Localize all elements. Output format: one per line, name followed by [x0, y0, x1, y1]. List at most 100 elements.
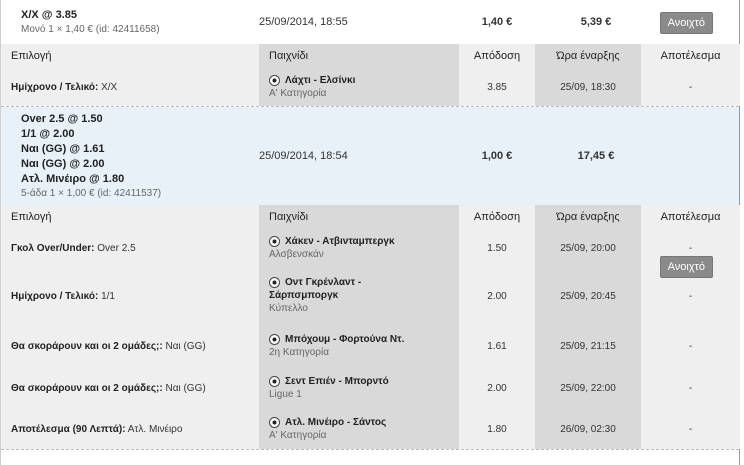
match-name: Μπόχουμ - Φορτούνα Ντ. [285, 333, 405, 345]
bet-selections: X/X @ 3.85 Μονό 1 × 1,40 € (id: 42411658… [1, 8, 259, 37]
leg-market: Ημίχρονο / Τελικό: [11, 81, 99, 93]
leg-game: Σεντ Επιέν - Μπορντό Ligue 1 [259, 367, 459, 409]
leg-market: Θα σκοράρουν και οι 2 ομάδες;: [11, 340, 163, 352]
bet-date: 25/09/2014, 18:55 [259, 16, 348, 28]
leg-odds: 3.85 [459, 68, 535, 106]
bet-legs-table: Επιλογή Παιχνίδι Απόδοση Ώρα έναρξης Απο… [1, 205, 740, 449]
leg-selection: Γκολ Over/Under: Over 2.5 [1, 229, 259, 267]
leg-row: Ημίχρονο / Τελικό: X/X Λάχτι - Ελσίνκι Α… [1, 68, 740, 106]
leg-pick: 1/1 [101, 290, 115, 302]
leg-pick: Ναι (GG) [165, 340, 206, 352]
bet-stake: 1,00 € [481, 150, 513, 162]
leg-odds: 2.00 [459, 367, 535, 409]
bet-potential-win: 5,39 € [580, 16, 612, 28]
bet-date: 25/09/2014, 18:54 [259, 150, 348, 162]
soccer-ball-icon [269, 333, 280, 345]
leg-selection: Ημίχρονο / Τελικό: 1/1 [1, 267, 259, 325]
league-name: Αλσβενσκάν [269, 248, 324, 260]
bet-header: Over 2.5 @ 1.50 1/1 @ 2.00 Ναι (GG) @ 1.… [1, 107, 739, 205]
col-game: Παιχνίδι [259, 205, 459, 229]
leg-result: - [641, 325, 740, 367]
leg-pick: Over 2.5 [97, 242, 136, 254]
col-result: Αποτέλεσμα [641, 44, 740, 68]
league-name: Ligue 1 [269, 388, 302, 400]
leg-match: Μπόχουμ - Φορτούνα Ντ. [269, 333, 459, 346]
league-name: 2η Κατηγορία [269, 346, 329, 358]
soccer-ball-icon [269, 375, 280, 387]
leg-selection: Αποτέλεσμα (90 Λεπτά): Ατλ. Μινέιρο [1, 409, 259, 449]
legs-header-row: Επιλογή Παιχνίδι Απόδοση Ώρα έναρξης Απο… [1, 205, 740, 229]
leg-start: 25/09, 18:30 [535, 68, 641, 106]
col-result: Αποτέλεσμα [641, 205, 740, 229]
leg-pick: Ναι (GG) [165, 382, 206, 394]
bet-history-panel: X/X @ 3.85 Μονό 1 × 1,40 € (id: 42411658… [0, 0, 740, 465]
selection-line: Ναι (GG) @ 1.61 [21, 142, 105, 155]
leg-pick: Ατλ. Μινέιρο [127, 423, 183, 435]
match-name-cont: Σάρπσμποργκ [269, 290, 339, 301]
col-start: Ώρα έναρξης [535, 205, 641, 229]
col-start: Ώρα έναρξης [535, 44, 641, 68]
bet-subline: 5-άδα 1 × 1,00 € (id: 42411537) [21, 187, 162, 199]
leg-result: - [641, 68, 740, 106]
col-game: Παιχνίδι [259, 44, 459, 68]
leg-start: 25/09, 20:00 [535, 229, 641, 267]
selection-line: Ατλ. Μινέιρο @ 1.80 [21, 172, 125, 185]
status-open-button[interactable]: Ανοιχτό [659, 256, 713, 278]
selection-line: 1/1 @ 2.00 [21, 127, 75, 140]
bet-header: X/X @ 3.85 Μονό 1 × 1,40 € (id: 42411658… [1, 0, 739, 44]
leg-result: - [641, 409, 740, 449]
leg-match: Σεντ Επιέν - Μπορντό [269, 375, 459, 388]
leg-start: 25/09, 20:45 [535, 267, 641, 325]
league-name: Α' Κατηγορία [269, 87, 327, 99]
match-name: Οντ Γκρένλαντ - [285, 277, 362, 288]
leg-game: Μπόχουμ - Φορτούνα Ντ. 2η Κατηγορία [259, 325, 459, 367]
leg-selection: Θα σκοράρουν και οι 2 ομάδες;: Ναι (GG) [1, 325, 259, 367]
bet-selections: Over 2.5 @ 1.50 1/1 @ 2.00 Ναι (GG) @ 1.… [1, 112, 259, 201]
leg-row: Γκολ Over/Under: Over 2.5 Χάκεν - Ατβιντ… [1, 229, 740, 267]
selection-line: Over 2.5 @ 1.50 [21, 112, 103, 125]
leg-start: 26/09, 02:30 [535, 409, 641, 449]
status-open-button[interactable]: Ανοιχτό [659, 12, 713, 34]
leg-pick: X/X [101, 81, 118, 93]
league-name: Κύπελλο [269, 303, 308, 314]
match-name: Ατλ. Μινέιρο - Σάντος [285, 416, 387, 428]
leg-row: Θα σκοράρουν και οι 2 ομάδες;: Ναι (GG) … [1, 325, 740, 367]
bet-slip-2: Over 2.5 @ 1.50 1/1 @ 2.00 Ναι (GG) @ 1.… [1, 107, 740, 450]
leg-market: Ημίχρονο / Τελικό: [11, 290, 99, 302]
bet-slip-1: X/X @ 3.85 Μονό 1 × 1,40 € (id: 42411658… [1, 0, 740, 107]
leg-odds: 2.00 [459, 267, 535, 325]
soccer-ball-icon [269, 416, 280, 428]
leg-selection: Ημίχρονο / Τελικό: X/X [1, 68, 259, 106]
legs-header-row: Επιλογή Παιχνίδι Απόδοση Ώρα έναρξης Απο… [1, 44, 740, 68]
col-selection: Επιλογή [1, 205, 259, 229]
soccer-ball-icon [269, 277, 280, 288]
leg-game: Λάχτι - Ελσίνκι Α' Κατηγορία [259, 68, 459, 106]
leg-start: 25/09, 21:15 [535, 325, 641, 367]
selection-line: Ναι (GG) @ 2.00 [21, 157, 105, 170]
leg-odds: 1.80 [459, 409, 535, 449]
match-name: Χάκεν - Ατβινταμπεργκ [285, 235, 395, 247]
league-name: Α' Κατηγορία [269, 429, 327, 441]
bet-stake: 1,40 € [481, 16, 513, 28]
leg-selection: Θα σκοράρουν και οι 2 ομάδες;: Ναι (GG) [1, 367, 259, 409]
match-name: Σεντ Επιέν - Μπορντό [285, 375, 389, 387]
col-odds: Απόδοση [459, 205, 535, 229]
leg-result: - [641, 367, 740, 409]
leg-market: Αποτέλεσμα (90 Λεπτά): [11, 423, 126, 435]
leg-match: Οντ Γκρένλαντ - [269, 276, 459, 289]
leg-game: Χάκεν - Ατβινταμπεργκ Αλσβενσκάν [259, 229, 459, 267]
col-selection: Επιλογή [1, 44, 259, 68]
bet-legs-table: Επιλογή Παιχνίδι Απόδοση Ώρα έναρξης Απο… [1, 44, 740, 106]
leg-start: 25/09, 22:00 [535, 367, 641, 409]
leg-odds: 1.61 [459, 325, 535, 367]
soccer-ball-icon [269, 74, 280, 86]
leg-match: Χάκεν - Ατβινταμπεργκ [269, 235, 459, 248]
bet-subline: Μονό 1 × 1,40 € (id: 42411658) [21, 23, 160, 35]
leg-odds: 1.50 [459, 229, 535, 267]
soccer-ball-icon [269, 235, 280, 247]
match-name: Λάχτι - Ελσίνκι [285, 74, 356, 86]
leg-row: Ημίχρονο / Τελικό: 1/1 Οντ Γκρένλαντ - Σ… [1, 267, 740, 325]
leg-game: Ατλ. Μινέιρο - Σάντος Α' Κατηγορία [259, 409, 459, 449]
leg-market: Θα σκοράρουν και οι 2 ομάδες;: [11, 382, 163, 394]
leg-match: Λάχτι - Ελσίνκι [269, 74, 459, 87]
